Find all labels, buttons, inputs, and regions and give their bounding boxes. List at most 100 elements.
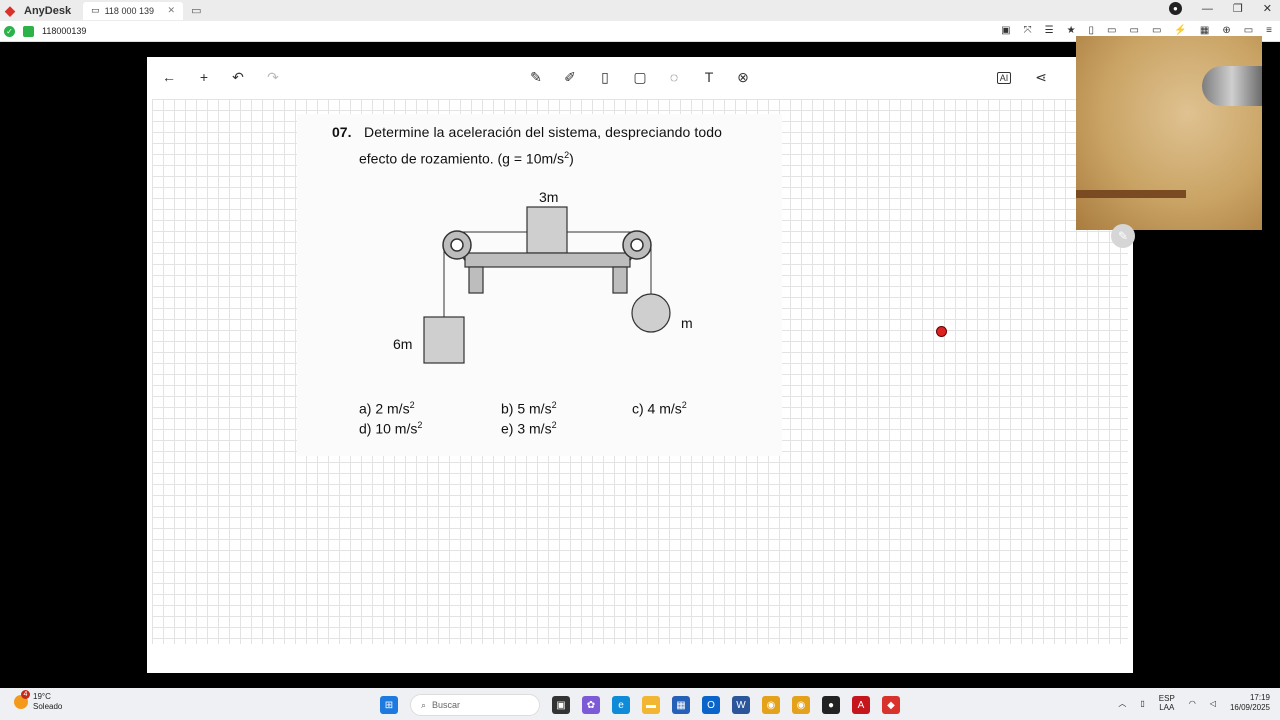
connection-ok-icon: ✓ bbox=[4, 25, 15, 37]
clock[interactable]: 17:19 16/09/2025 bbox=[1230, 693, 1270, 713]
close-window-button[interactable]: ✕ bbox=[1263, 2, 1272, 15]
store-icon[interactable]: ▦ bbox=[672, 696, 690, 714]
chrome-icon[interactable]: ◉ bbox=[762, 696, 780, 714]
undo-icon[interactable]: ↶ bbox=[229, 69, 247, 86]
answer-e: e) 3 m/s2 bbox=[501, 420, 557, 437]
table-leg-left bbox=[468, 266, 484, 294]
whiteboard-canvas[interactable]: ← + ↶ ↷ ✎ ✐ ▯ ▢ ◌ T ⊗ AI ⋖ 07. Determine… bbox=[147, 57, 1133, 673]
answer-c: c) 4 m/s2 bbox=[632, 400, 687, 417]
copilot-icon[interactable]: ✿ bbox=[582, 696, 600, 714]
microphone-image bbox=[1202, 66, 1262, 106]
eraser-icon[interactable]: ▯ bbox=[596, 69, 614, 86]
label-6m: 6m bbox=[393, 336, 413, 352]
weather-badge: 4 bbox=[21, 690, 30, 699]
problem-statement-line1: Determine la aceleración del sistema, de… bbox=[364, 124, 723, 140]
table-leg-right bbox=[612, 266, 628, 294]
problem-image: 07. Determine la aceleración del sistema… bbox=[297, 114, 782, 456]
start-icon[interactable]: ⊞ bbox=[380, 696, 398, 714]
github-icon[interactable]: ● bbox=[822, 696, 840, 714]
pointer-cursor-icon bbox=[936, 326, 947, 337]
marker-icon[interactable]: ✐ bbox=[561, 69, 579, 86]
file-icon[interactable]: ▯ bbox=[1089, 25, 1095, 36]
whiteboard-toolbar: ← + ↶ ↷ ✎ ✐ ▯ ▢ ◌ T ⊗ AI ⋖ bbox=[147, 57, 1133, 99]
webcam-preview[interactable] bbox=[1076, 36, 1262, 230]
search-placeholder: Buscar bbox=[432, 700, 461, 710]
pen-icon[interactable]: ✎ bbox=[527, 69, 545, 86]
favorite-icon[interactable]: ★ bbox=[1067, 25, 1076, 36]
action-icon[interactable]: ⚡ bbox=[1174, 25, 1186, 36]
sun-icon: 4 bbox=[14, 690, 30, 709]
menu-icon[interactable]: ≡ bbox=[1266, 25, 1272, 36]
transfer-icon[interactable]: ⤧ bbox=[1024, 25, 1032, 36]
shape-icon[interactable]: ▢ bbox=[631, 69, 649, 86]
clear-icon[interactable]: ⊗ bbox=[734, 69, 752, 86]
anydesk-titlebar: ◆ AnyDesk ▭ 118 000 139 ✕ ▭ ● — ❐ ✕ bbox=[0, 0, 1280, 21]
account-icon[interactable]: ● bbox=[1168, 2, 1182, 15]
pulley-diagram bbox=[423, 206, 671, 364]
lasso-icon[interactable]: ◌ bbox=[665, 69, 683, 85]
language-indicator[interactable]: ESP LAA bbox=[1159, 694, 1175, 712]
task-view-icon[interactable]: ▣ bbox=[552, 696, 570, 714]
close-tab-icon[interactable]: ✕ bbox=[168, 5, 176, 16]
chair-image bbox=[1076, 190, 1186, 230]
ai-icon[interactable]: AI bbox=[997, 72, 1011, 84]
problem-statement-line2: efecto de rozamiento. (g = 10m/s2) bbox=[359, 150, 574, 167]
chrome-profile-icon[interactable]: ◉ bbox=[792, 696, 810, 714]
back-arrow-icon[interactable]: ← bbox=[160, 69, 178, 85]
system-tray: ︿ ▯ ESP LAA ◠ ◁ 17:19 16/09/2025 bbox=[1118, 693, 1270, 713]
chevron-up-icon[interactable]: ︿ bbox=[1118, 698, 1126, 709]
minimize-button[interactable]: — bbox=[1202, 3, 1213, 15]
wifi-icon[interactable]: ◠ bbox=[1189, 699, 1196, 708]
window-controls: ● — ❐ ✕ bbox=[1168, 2, 1272, 15]
anydesk-app-name: AnyDesk bbox=[24, 4, 72, 17]
volume-icon[interactable]: ◁ bbox=[1210, 699, 1216, 708]
anydesk-logo-icon: ◆ bbox=[5, 2, 15, 18]
acrobat-icon[interactable]: A bbox=[852, 696, 870, 714]
database-icon[interactable]: ☰ bbox=[1045, 25, 1054, 36]
display-icon[interactable]: ▣ bbox=[1001, 25, 1010, 36]
clipboard-icon[interactable]: ▭ bbox=[1107, 25, 1116, 36]
sphere-m bbox=[631, 293, 671, 333]
session-tab-label: 118 000 139 bbox=[104, 5, 154, 16]
answer-b: b) 5 m/s2 bbox=[501, 400, 557, 417]
share-icon[interactable]: ⋖ bbox=[1032, 69, 1050, 86]
answer-d: d) 10 m/s2 bbox=[359, 420, 423, 437]
weather-widget[interactable]: 4 19°C Soleado bbox=[14, 690, 63, 712]
anydesk-taskbar-icon[interactable]: ◆ bbox=[882, 696, 900, 714]
edge-icon[interactable]: e bbox=[612, 696, 630, 714]
add-page-icon[interactable]: + bbox=[195, 69, 213, 85]
monitor-icon: ▭ bbox=[91, 5, 100, 15]
label-3m: 3m bbox=[539, 189, 559, 205]
word-icon[interactable]: W bbox=[732, 696, 750, 714]
session-tab[interactable]: ▭ 118 000 139 ✕ bbox=[83, 1, 184, 20]
redo-icon[interactable]: ↷ bbox=[264, 69, 282, 86]
weather-desc: Soleado bbox=[33, 702, 63, 711]
taskbar-apps: ⊞ ⌕ Buscar ▣ ✿ e ▬ ▦ O W ◉ ◉ ● A ◆ bbox=[380, 694, 900, 716]
table-top bbox=[464, 252, 631, 268]
weather-temp: 19°C bbox=[33, 692, 51, 701]
search-icon: ⌕ bbox=[421, 699, 427, 710]
window-icon[interactable]: ▭ bbox=[1130, 25, 1139, 36]
session-tools: ▣ ⤧ ☰ ★ ▯ ▭ ▭ ▭ ⚡ ▦ ⊕ ▭ ≡ bbox=[1001, 25, 1272, 36]
chat-icon[interactable]: ▭ bbox=[1152, 25, 1161, 36]
problem-number: 07. bbox=[332, 124, 352, 140]
file-explorer-icon[interactable]: ▬ bbox=[642, 696, 660, 714]
new-session-icon[interactable]: ▭ bbox=[191, 4, 201, 17]
block-3m bbox=[526, 206, 568, 254]
windows-taskbar: 4 19°C Soleado ⊞ ⌕ Buscar ▣ ✿ e ▬ ▦ O W … bbox=[0, 688, 1280, 720]
outlook-icon[interactable]: O bbox=[702, 696, 720, 714]
label-m: m bbox=[681, 315, 693, 331]
edit-pencil-icon[interactable]: ✎ bbox=[1111, 224, 1135, 248]
tray-app-icon[interactable]: ▯ bbox=[1140, 699, 1144, 708]
answer-a: a) 2 m/s2 bbox=[359, 400, 415, 417]
block-6m bbox=[423, 316, 465, 364]
text-tool-icon[interactable]: T bbox=[700, 69, 718, 85]
keyboard-icon[interactable]: ▦ bbox=[1200, 25, 1209, 36]
remote-address: 118000139 bbox=[42, 26, 87, 36]
secure-icon bbox=[23, 25, 34, 37]
taskbar-search[interactable]: ⌕ Buscar bbox=[410, 694, 540, 716]
privacy-icon[interactable]: ⊕ bbox=[1222, 25, 1230, 36]
restore-button[interactable]: ❐ bbox=[1233, 2, 1243, 15]
monitor-select-icon[interactable]: ▭ bbox=[1244, 25, 1253, 36]
anydesk-logo: ◆ AnyDesk bbox=[0, 2, 72, 18]
